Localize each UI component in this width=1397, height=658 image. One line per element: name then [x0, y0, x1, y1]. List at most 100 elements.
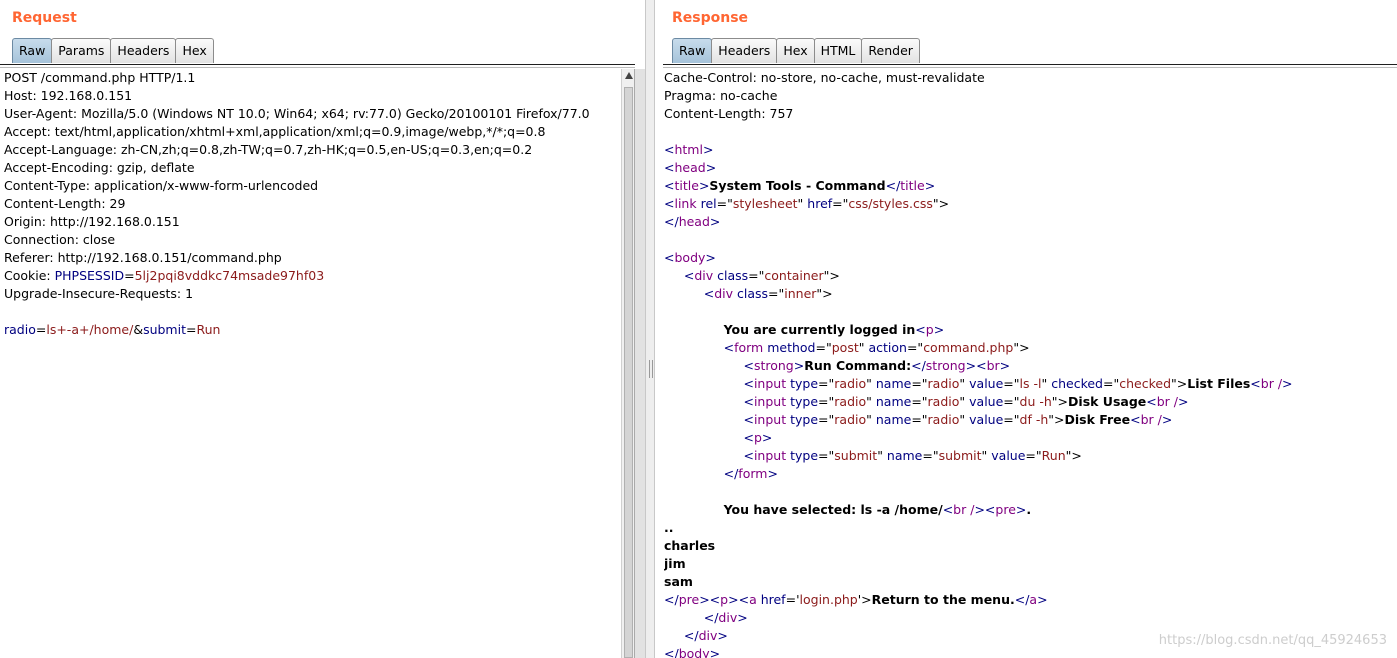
- code-token: POST /command.php HTTP/1.1: [4, 70, 196, 85]
- code-token: a: [1029, 592, 1038, 607]
- code-line: <p>: [664, 429, 1397, 447]
- code-line: <input type="radio" name="radio" value="…: [664, 411, 1397, 429]
- code-token: head: [678, 214, 710, 229]
- code-token: Referer: http://192.168.0.151/command.ph…: [4, 250, 282, 265]
- code-token: You are currently logged in: [723, 322, 916, 337]
- code-token: <: [664, 358, 754, 373]
- code-line: Accept-Language: zh-CN,zh;q=0.8,zh-TW;q=…: [4, 141, 621, 159]
- code-token: div: [718, 610, 738, 625]
- code-token: inner: [784, 286, 817, 301]
- code-token: List Files: [1187, 376, 1251, 391]
- code-line: <input type="radio" name="radio" value="…: [664, 375, 1397, 393]
- code-token: ": [797, 196, 808, 211]
- tab-underline-light: [0, 67, 635, 68]
- code-token: >: [1015, 502, 1027, 517]
- tab-underline: [663, 64, 1397, 65]
- request-title: Request: [12, 10, 77, 26]
- code-token: input: [753, 394, 791, 409]
- code-token: <: [738, 592, 750, 607]
- code-token: </: [885, 178, 901, 193]
- code-token: checked: [1119, 376, 1172, 391]
- code-token: title: [900, 178, 925, 193]
- tab-hex[interactable]: Hex: [175, 38, 214, 63]
- tab-headers[interactable]: Headers: [711, 38, 778, 63]
- code-token: br /: [953, 502, 975, 517]
- code-line: ..: [664, 519, 1397, 537]
- code-token: >: [793, 358, 805, 373]
- request-editor[interactable]: POST /command.php HTTP/1.1 Host: 192.168.…: [4, 69, 621, 658]
- code-line: You have selected: ls -a /home/<br /><pr…: [664, 501, 1397, 519]
- code-line: </head>: [664, 213, 1397, 231]
- code-token: &: [133, 322, 144, 337]
- code-token: ">: [1051, 394, 1069, 409]
- code-token: ": [866, 394, 876, 409]
- code-token: >: [1161, 412, 1173, 427]
- tab-raw[interactable]: Raw: [672, 38, 713, 63]
- tab-html[interactable]: HTML: [813, 38, 863, 63]
- request-scrollbar[interactable]: [621, 69, 635, 658]
- code-token: >: [974, 502, 985, 517]
- code-token: =": [1103, 376, 1120, 391]
- tab-params[interactable]: Params: [51, 38, 112, 63]
- code-token: <: [664, 412, 754, 427]
- code-token: ..: [664, 520, 674, 535]
- code-token: action: [868, 340, 907, 355]
- code-token: Connection: close: [4, 232, 116, 247]
- code-token: br /: [1156, 394, 1178, 409]
- code-token: br /: [1260, 376, 1283, 391]
- scroll-up-icon[interactable]: [625, 72, 633, 79]
- code-line: Content-Length: 29: [4, 195, 621, 213]
- pane-divider[interactable]: [645, 0, 655, 658]
- code-token: p: [720, 592, 729, 607]
- code-token: df -h: [1019, 412, 1049, 427]
- tab-headers[interactable]: Headers: [110, 38, 177, 63]
- code-token: =": [716, 196, 733, 211]
- watermark: https://blog.csdn.net/qq_45924653: [1158, 633, 1387, 648]
- code-token: >: [761, 430, 773, 445]
- code-token: ls+-a+/home/: [46, 322, 134, 337]
- code-token: >: [999, 358, 1011, 373]
- code-line: Origin: http://192.168.0.151: [4, 213, 621, 231]
- code-token: ": [959, 394, 970, 409]
- request-tabs: Raw Params Headers Hex: [12, 38, 214, 64]
- response-editor[interactable]: Cache-Control: no-store, no-cache, must-…: [664, 69, 1397, 658]
- tab-raw[interactable]: Raw: [12, 38, 53, 63]
- code-line: User-Agent: Mozilla/5.0 (Windows NT 10.0…: [4, 105, 621, 123]
- code-token: <: [664, 250, 675, 265]
- code-line: Content-Type: application/x-www-form-url…: [4, 177, 621, 195]
- code-token: sam: [664, 574, 693, 589]
- code-token: Run: [196, 322, 221, 337]
- code-token: submit: [834, 448, 878, 463]
- code-token: Disk Usage: [1068, 394, 1147, 409]
- code-token: value: [969, 376, 1004, 391]
- code-token: input: [753, 376, 791, 391]
- code-token: <: [915, 322, 926, 337]
- code-token: html: [674, 142, 703, 157]
- code-token: link: [674, 196, 701, 211]
- code-token: css/styles.css: [848, 196, 933, 211]
- tab-hex[interactable]: Hex: [776, 38, 815, 63]
- divider-grip-icon[interactable]: [649, 360, 653, 378]
- code-token: >: [965, 358, 977, 373]
- code-token: <: [664, 286, 715, 301]
- code-token: Cookie:: [4, 268, 55, 283]
- code-token: Host: 192.168.0.151: [4, 88, 133, 103]
- code-token: strong: [753, 358, 794, 373]
- code-line: <head>: [664, 159, 1397, 177]
- code-token: =": [911, 376, 928, 391]
- code-token: charles: [664, 538, 716, 553]
- scrollbar-thumb[interactable]: [624, 87, 633, 658]
- code-line: sam: [664, 573, 1397, 591]
- code-token: <: [976, 358, 987, 373]
- code-token: class: [717, 268, 749, 283]
- code-line: charles: [664, 537, 1397, 555]
- code-token: =": [815, 340, 832, 355]
- tab-render[interactable]: Render: [861, 38, 920, 63]
- code-token: href: [807, 196, 833, 211]
- code-token: command.php: [923, 340, 1014, 355]
- code-line: </div>: [664, 609, 1397, 627]
- code-token: >: [1178, 394, 1189, 409]
- code-line: </pre><p><a href='login.php'>Return to t…: [664, 591, 1397, 609]
- code-token: =: [185, 322, 197, 337]
